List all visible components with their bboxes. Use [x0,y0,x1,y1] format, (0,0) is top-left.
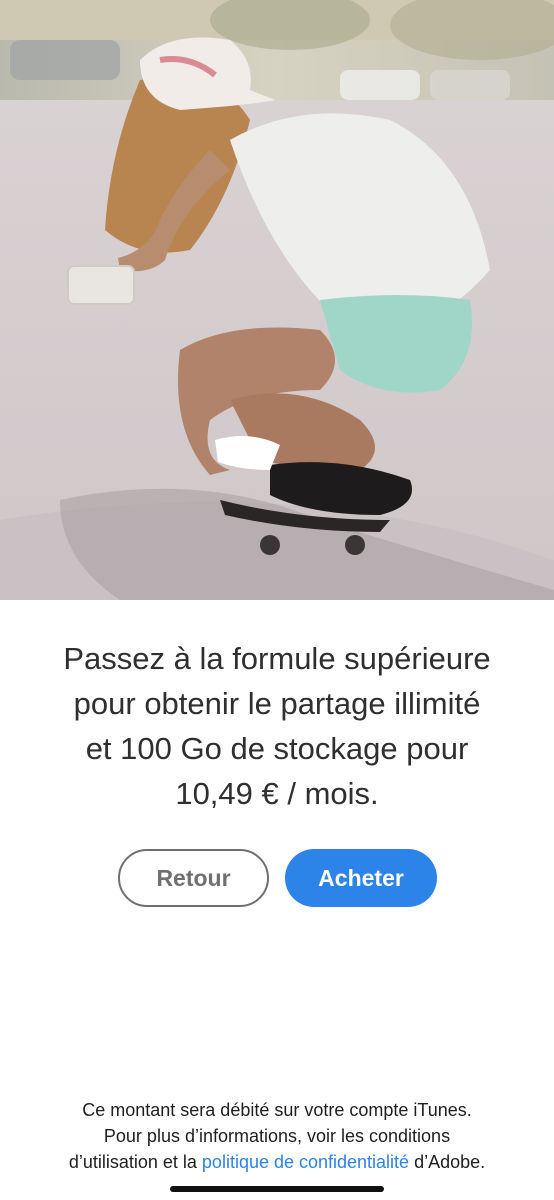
upgrade-message-line-4: 10,49 € / mois. [175,776,379,811]
billing-disclaimer: Ce montant sera débité sur votre compte … [0,1097,554,1175]
hero-photo [0,0,554,600]
upgrade-message: Passez à la formule supérieure pour obte… [0,636,554,816]
upgrade-message-line-1: Passez à la formule supérieure [63,641,491,676]
disclaimer-line-3-suffix: d’Adobe. [409,1152,486,1172]
disclaimer-line-1: Ce montant sera débité sur votre compte … [82,1100,472,1120]
upgrade-message-line-3: et 100 Go de stockage pour [85,731,469,766]
upgrade-message-line-2: pour obtenir le partage illimité [73,686,481,721]
disclaimer-line-3: d’utilisation et la politique de confide… [0,1149,554,1175]
disclaimer-line-2: Pour plus d’informations, voir les condi… [103,1126,451,1146]
home-indicator[interactable] [170,1186,384,1192]
buy-button[interactable]: Acheter [285,849,437,907]
privacy-policy-link[interactable]: politique de confidentialité [202,1152,409,1172]
disclaimer-line-3-prefix: d’utilisation et la [68,1152,202,1172]
action-buttons: Retour Acheter [0,849,554,907]
back-button[interactable]: Retour [118,849,269,907]
